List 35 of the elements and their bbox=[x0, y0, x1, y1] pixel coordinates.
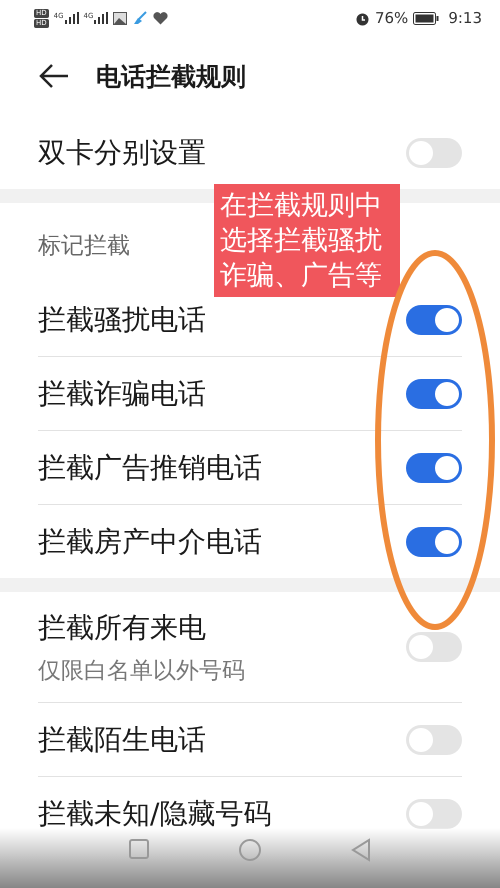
heart-icon bbox=[153, 12, 168, 24]
setting-label: 拦截骚扰电话 bbox=[38, 302, 206, 338]
toggle-switch[interactable] bbox=[406, 138, 462, 168]
annotation-line: 在拦截规则中 bbox=[220, 189, 383, 223]
toggle-switch[interactable] bbox=[406, 378, 462, 408]
toggle-switch[interactable] bbox=[406, 304, 462, 334]
toggle-switch[interactable] bbox=[406, 452, 462, 482]
clock-time: 9:13 bbox=[448, 9, 482, 27]
back-button[interactable] bbox=[38, 63, 68, 89]
recents-icon bbox=[128, 838, 150, 860]
home-icon bbox=[238, 838, 262, 862]
toggle-switch[interactable] bbox=[406, 526, 462, 556]
setting-subtitle: 仅限白名单以外号码 bbox=[38, 656, 245, 686]
setting-label: 拦截房产中介电话 bbox=[38, 524, 262, 560]
gallery-icon bbox=[113, 12, 128, 24]
setting-label: 双卡分别设置 bbox=[38, 134, 206, 170]
signal-icon bbox=[64, 12, 79, 24]
toggle-switch[interactable] bbox=[406, 724, 462, 754]
setting-label: 拦截所有来电 bbox=[38, 610, 207, 646]
toggle-switch[interactable] bbox=[406, 632, 462, 662]
page-title: 电话拦截规则 bbox=[96, 60, 246, 92]
annotation-line: 选择拦截骚扰 bbox=[220, 224, 383, 258]
alarm-icon bbox=[354, 10, 370, 26]
back-icon bbox=[350, 838, 372, 862]
setting-label: 拦截陌生电话 bbox=[38, 722, 206, 758]
section-header: 标记拦截 bbox=[38, 232, 130, 260]
toggle-switch[interactable] bbox=[406, 798, 462, 828]
setting-label: 拦截诈骗电话 bbox=[38, 376, 206, 412]
back-arrow-icon bbox=[38, 63, 68, 89]
setting-label: 拦截广告推销电话 bbox=[38, 450, 262, 486]
signal-icon bbox=[94, 12, 108, 24]
battery-icon bbox=[413, 12, 440, 24]
setting-label: 拦截未知/隐藏号码 bbox=[38, 796, 272, 832]
annotation-line: 诈骗、广告等 bbox=[220, 259, 383, 293]
battery-percent: 76% bbox=[374, 9, 408, 27]
